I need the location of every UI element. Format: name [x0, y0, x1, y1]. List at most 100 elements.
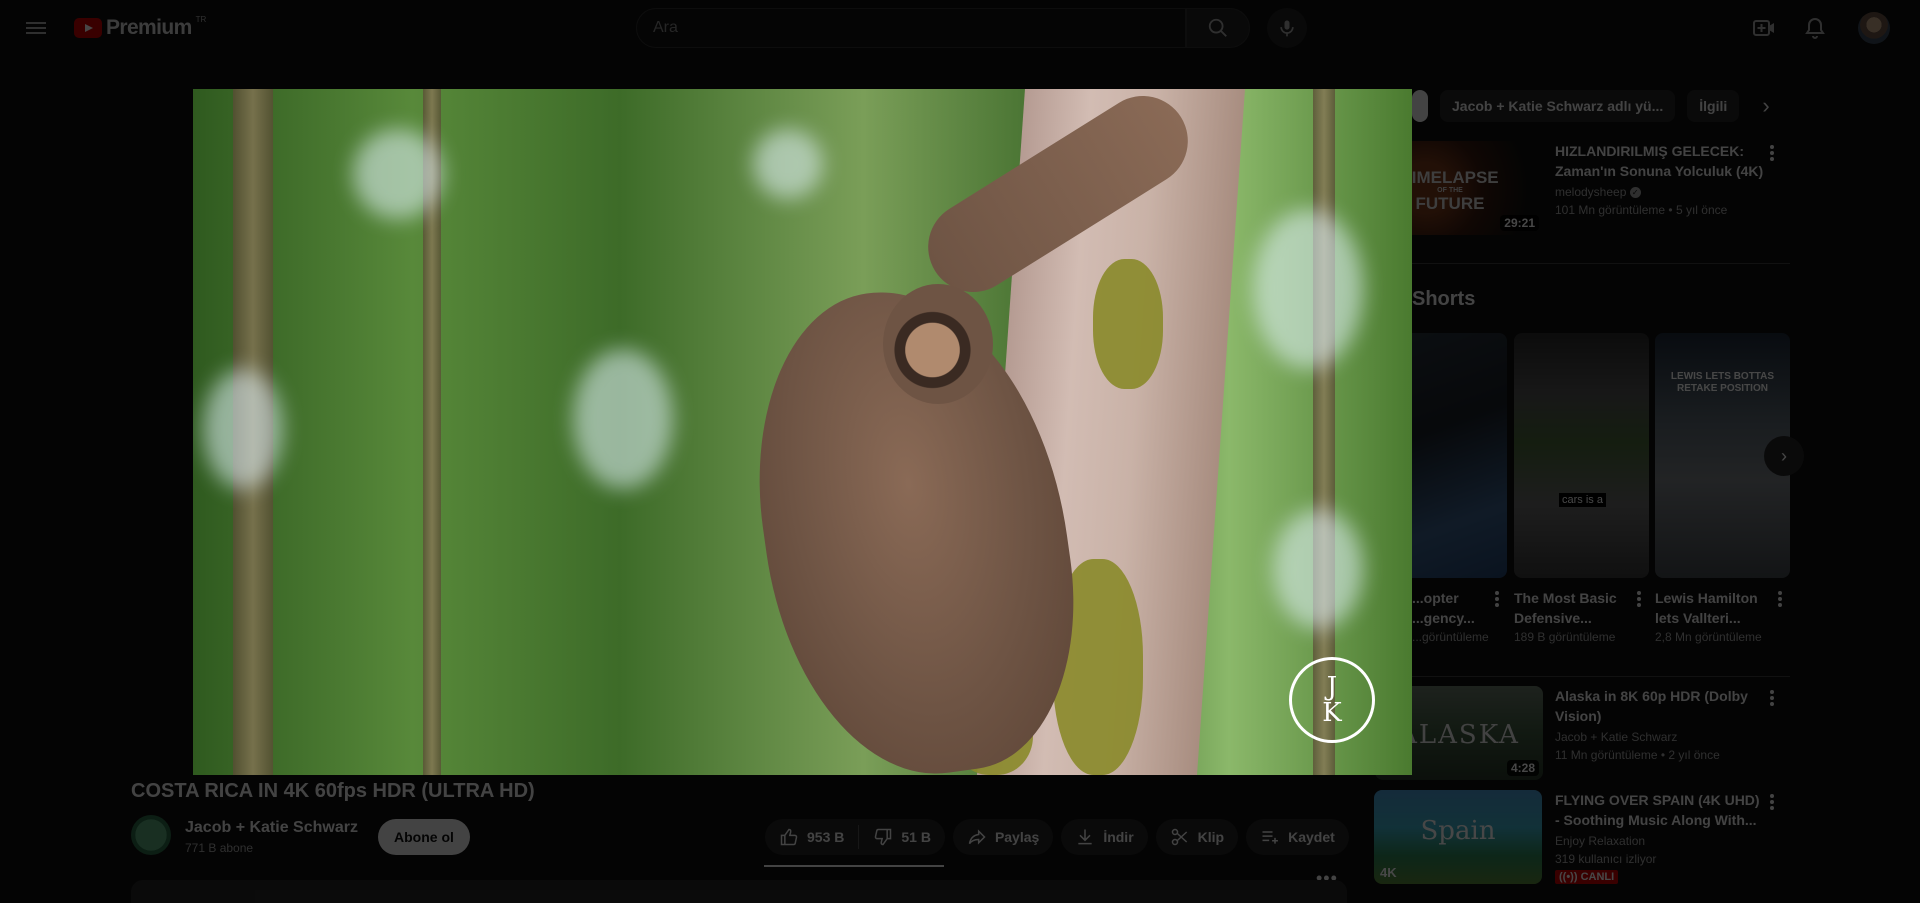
chip-related[interactable]: İlgili: [1687, 90, 1740, 122]
short-meta: ...görüntüleme: [1412, 630, 1489, 644]
clip-button[interactable]: Klip: [1155, 819, 1239, 855]
share-icon: [968, 829, 986, 845]
share-button[interactable]: Paylaş: [952, 819, 1054, 855]
more-vert-icon[interactable]: [1770, 145, 1774, 161]
live-icon: ((•)): [1559, 871, 1581, 883]
description-box[interactable]: [131, 880, 1347, 903]
sloth-head: [883, 284, 993, 404]
search-input[interactable]: Ara: [636, 8, 1186, 48]
divider: [1395, 263, 1790, 264]
recommendation-item[interactable]: Spain 4K FLYING OVER SPAIN (4K UHD) - So…: [1374, 790, 1790, 890]
short-title[interactable]: The Most Basic Defensive...: [1514, 588, 1629, 628]
chip-all[interactable]: [1412, 90, 1428, 122]
sky-patch: [573, 349, 673, 489]
video-thumbnail[interactable]: Spain 4K: [1374, 790, 1542, 884]
shorts-section-title: Shorts: [1412, 288, 1476, 310]
more-vert-icon[interactable]: [1770, 794, 1774, 810]
top-bar: Premium TR Ara: [0, 0, 1920, 56]
shorts-shelf: ...opter ...gency... ...görüntüleme cars…: [1412, 333, 1790, 653]
channel-name-main[interactable]: Jacob + Katie Schwarz: [185, 819, 358, 837]
sky-patch: [203, 369, 283, 489]
avatar[interactable]: [1858, 12, 1890, 44]
download-label: İndir: [1103, 829, 1134, 845]
channel-name[interactable]: Enjoy Relaxation: [1555, 834, 1645, 848]
video-meta: 101 Mn görüntüleme • 5 yıl önce: [1555, 203, 1728, 217]
more-vert-icon[interactable]: [1770, 690, 1774, 706]
playlist-add-icon: [1262, 831, 1279, 844]
channel-watermark[interactable]: J K: [1289, 657, 1375, 743]
viewer-count: 319 kullanıcı izliyor: [1555, 852, 1657, 866]
recommendation-item[interactable]: TIMELAPSE OF THE FUTURE 29:21 HIZLANDIRI…: [1375, 141, 1790, 235]
short-title[interactable]: ...opter ...gency...: [1412, 588, 1487, 628]
download-button[interactable]: İndir: [1061, 819, 1148, 855]
duration-badge: 29:21: [1500, 215, 1539, 231]
video-title[interactable]: HIZLANDIRILMIŞ GELECEK: Zaman'ın Sonuna …: [1555, 141, 1765, 181]
sky-patch: [1273, 509, 1363, 629]
short-item[interactable]: cars is a The Most Basic Defensive... 18…: [1514, 333, 1649, 644]
sky-patch: [353, 129, 443, 219]
sky-patch: [1253, 209, 1363, 369]
chevron-right-icon[interactable]: ›: [1752, 92, 1780, 120]
sky-patch: [753, 129, 823, 199]
voice-search-button[interactable]: [1267, 8, 1307, 48]
short-item[interactable]: LEWIS LETS BOTTAS RETAKE POSITION Lewis …: [1655, 333, 1790, 644]
download-icon: [1078, 829, 1092, 845]
subscriber-count: 771 B abone: [185, 841, 254, 855]
chevron-right-icon[interactable]: ›: [1764, 436, 1804, 476]
video-title[interactable]: Alaska in 8K 60p HDR (Dolby Vision): [1555, 686, 1765, 726]
bell-icon[interactable]: [1803, 16, 1827, 40]
youtube-premium-logo[interactable]: Premium TR: [74, 14, 207, 40]
divider: [1395, 676, 1790, 677]
short-meta: 2,8 Mn görüntüleme: [1655, 630, 1762, 644]
subscribe-button[interactable]: Abone ol: [378, 819, 470, 855]
channel-avatar[interactable]: [131, 815, 171, 855]
4k-badge: 4K: [1380, 865, 1397, 880]
short-caption: cars is a: [1559, 493, 1606, 507]
live-label: CANLI: [1580, 871, 1615, 883]
menu-icon[interactable]: [24, 16, 48, 40]
create-icon[interactable]: [1752, 16, 1776, 40]
moss: [1093, 259, 1163, 389]
channel-name[interactable]: Jacob + Katie Schwarz: [1555, 730, 1677, 744]
like-dislike-group: 953 B 51 B: [765, 819, 945, 855]
video-title[interactable]: FLYING OVER SPAIN (4K UHD) - Soothing Mu…: [1555, 790, 1765, 830]
channel-name[interactable]: melodysheep ✓: [1555, 185, 1641, 199]
more-vert-icon[interactable]: [1495, 591, 1499, 607]
more-vert-icon[interactable]: [1778, 591, 1782, 607]
logo-country: TR: [195, 14, 207, 24]
video-player[interactable]: J K: [193, 89, 1412, 775]
channel-name-text: melodysheep: [1555, 185, 1627, 199]
chip-channel[interactable]: Jacob + Katie Schwarz adlı yü...: [1440, 90, 1676, 122]
thumb-text: Spain: [1420, 816, 1496, 846]
short-meta: 189 B görüntüleme: [1514, 630, 1616, 644]
like-button[interactable]: 953 B: [765, 819, 858, 855]
duration-badge: 4:28: [1506, 760, 1539, 776]
short-thumbnail[interactable]: cars is a: [1514, 333, 1649, 578]
more-vert-icon[interactable]: [1637, 591, 1641, 607]
short-caption: LEWIS LETS BOTTAS RETAKE POSITION: [1670, 371, 1775, 394]
thumbs-down-icon: [875, 828, 892, 846]
filter-chips: Jacob + Katie Schwarz adlı yü... İlgili: [1412, 90, 1740, 122]
save-button[interactable]: Kaydet: [1246, 819, 1349, 855]
view-count: 101 Mn görüntüleme: [1555, 203, 1666, 217]
short-thumbnail[interactable]: [1412, 333, 1507, 578]
short-title[interactable]: Lewis Hamilton lets Vallteri...: [1655, 588, 1770, 628]
video-meta: 11 Mn görüntüleme • 2 yıl önce: [1555, 748, 1720, 762]
video-title-main: COSTA RICA IN 4K 60fps HDR (ULTRA HD): [131, 780, 535, 802]
video-actions: 953 B 51 B Paylaş İndir Klip Kaydet: [765, 819, 1349, 855]
short-item[interactable]: ...opter ...gency... ...görüntüleme: [1412, 333, 1507, 644]
active-underline: [764, 865, 944, 867]
clip-label: Klip: [1197, 829, 1225, 845]
youtube-play-icon: [74, 18, 102, 38]
watermark-letter: K: [1322, 698, 1342, 728]
dislike-count: 51 B: [901, 829, 931, 845]
like-count: 953 B: [807, 829, 845, 845]
watermark-letter: J: [1326, 672, 1338, 702]
save-label: Kaydet: [1288, 829, 1335, 845]
dislike-button[interactable]: 51 B: [859, 819, 945, 855]
search-button[interactable]: [1186, 8, 1250, 48]
recommendation-item[interactable]: ALASKA 4:28 Alaska in 8K 60p HDR (Dolby …: [1375, 686, 1790, 780]
live-badge: ((•)) CANLI: [1555, 870, 1619, 884]
youtube-watch-page: Premium TR Ara Jacob + Katie Schwarz adl…: [0, 0, 1920, 903]
view-count: 11 Mn görüntüleme: [1555, 748, 1658, 762]
